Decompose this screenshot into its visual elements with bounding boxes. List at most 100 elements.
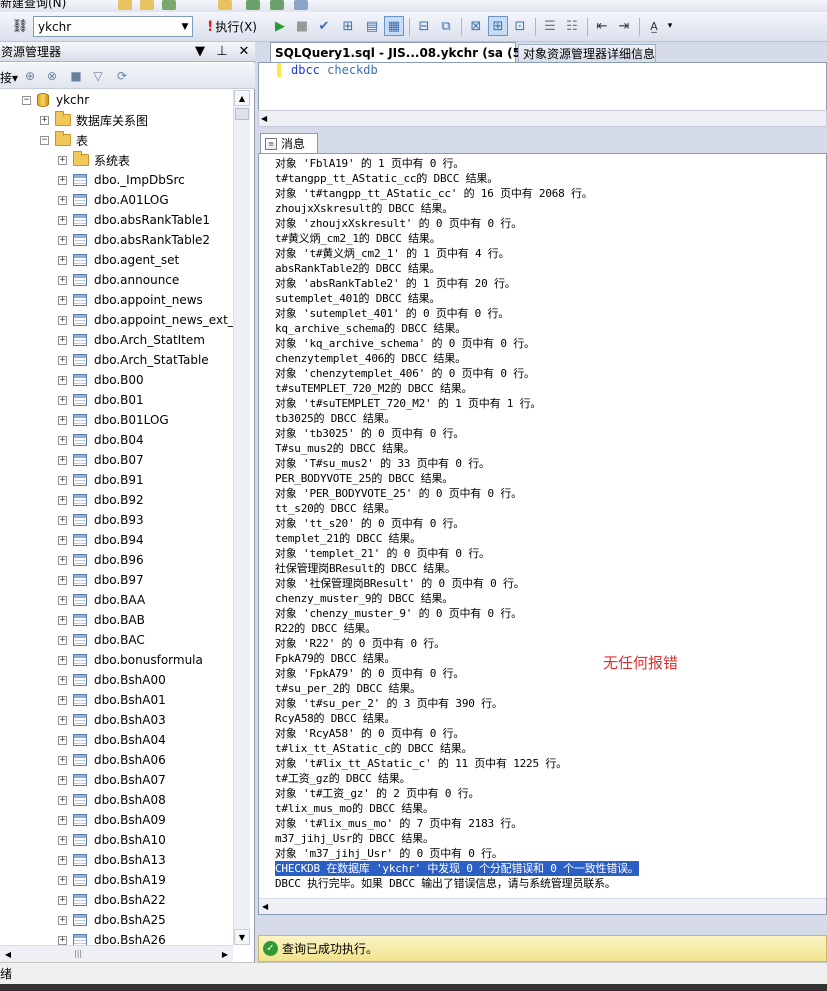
expand-icon[interactable]: + [58, 395, 67, 405]
disconnect-icon[interactable]: ⊗ [44, 68, 60, 84]
query-code[interactable]: dbcc checkdb [291, 63, 378, 77]
save-icon[interactable] [140, 0, 154, 10]
tree-table-node[interactable]: + dbo.A01LOG [58, 190, 169, 210]
tree-table-node[interactable]: + dbo.appoint_news [58, 290, 203, 310]
tree-table-node[interactable]: + dbo.B97 [58, 570, 144, 590]
scroll-thumb[interactable] [235, 108, 249, 120]
tree-table-node[interactable]: + dbo.B07 [58, 450, 144, 470]
expand-icon[interactable]: + [58, 635, 67, 645]
plan-icon[interactable]: ⊞ [338, 16, 358, 36]
expand-icon[interactable]: + [58, 695, 67, 705]
tree-table-node[interactable]: + dbo.BshA10 [58, 830, 166, 850]
tree-table-node[interactable]: + dbo.BshA25 [58, 910, 166, 930]
save-all-icon[interactable] [162, 0, 176, 10]
tree-table-node[interactable]: + dbo.appoint_news_ext_f [58, 310, 233, 330]
tree-table-node[interactable]: + dbo.agent_set [58, 250, 179, 270]
tree-table-node[interactable]: + dbo.BshA00 [58, 670, 166, 690]
tree-table-node[interactable]: + dbo.B04 [58, 430, 144, 450]
tree-table-node[interactable]: + dbo.B91 [58, 470, 144, 490]
tree-folder-node[interactable]: + 系统表 [58, 150, 130, 170]
tree-table-node[interactable]: + dbo.B00 [58, 370, 144, 390]
expand-icon[interactable]: + [58, 915, 67, 925]
expand-icon[interactable]: + [58, 275, 67, 285]
tree-table-node[interactable]: + dbo.absRankTable1 [58, 210, 210, 230]
expand-icon[interactable]: + [58, 615, 67, 625]
expand-icon[interactable]: + [58, 775, 67, 785]
toolbar-options-icon[interactable]: ▾ [664, 16, 676, 36]
report-icon[interactable] [246, 0, 260, 10]
expand-icon[interactable]: + [58, 835, 67, 845]
tree-table-node[interactable]: + dbo.Arch_StatItem [58, 330, 205, 350]
tree-table-node[interactable]: + dbo.BshA22 [58, 890, 166, 910]
client-stats-icon[interactable]: ⧉ [436, 16, 456, 36]
messages-horizontal-scrollbar[interactable]: ◀ [259, 898, 826, 914]
expand-icon[interactable]: + [58, 315, 67, 325]
tree-table-node[interactable]: + dbo.BshA01 [58, 690, 166, 710]
expand-icon[interactable]: + [58, 895, 67, 905]
tree-table-node[interactable]: + dbo.B94 [58, 530, 144, 550]
specify-values-icon[interactable]: A̲ [644, 16, 664, 36]
comment-icon[interactable]: ☰ [540, 16, 560, 36]
tree-table-node[interactable]: + dbo.B92 [58, 490, 144, 510]
expand-icon[interactable]: + [58, 155, 67, 165]
expand-icon[interactable]: + [58, 735, 67, 745]
tree-vertical-scrollbar[interactable]: ▲ ▼ [233, 90, 250, 945]
indent-icon[interactable]: ⇤ [592, 16, 612, 36]
tree-horizontal-scrollbar[interactable]: ◀ ||| ▶ [0, 945, 233, 962]
tree-folder-node[interactable]: − 表 [40, 130, 88, 150]
tree-table-node[interactable]: + dbo.absRankTable2 [58, 230, 210, 250]
tab-object-explorer-details[interactable]: 对象资源管理器详细信息 [518, 44, 656, 62]
stop-icon[interactable]: ■ [68, 68, 84, 84]
query-editor[interactable]: dbcc checkdb [258, 62, 827, 110]
tab-messages[interactable]: ≡ 消息 [260, 133, 318, 153]
connect-button[interactable]: 接▾ [0, 69, 18, 86]
tree-table-node[interactable]: + dbo.B96 [58, 550, 144, 570]
tree-table-node[interactable]: + dbo.BshA03 [58, 710, 166, 730]
expand-icon[interactable]: + [58, 415, 67, 425]
expand-icon[interactable]: + [58, 755, 67, 765]
tree-table-node[interactable]: + dbo.BshA08 [58, 790, 166, 810]
scroll-left-icon[interactable]: ◀ [262, 899, 268, 914]
tree-table-node[interactable]: + dbo.Arch_StatTable [58, 350, 209, 370]
stop-icon[interactable]: ■ [292, 16, 312, 36]
collapse-icon[interactable]: − [22, 95, 31, 105]
query-designer-icon[interactable]: ▤ [362, 16, 382, 36]
estimated-plan-icon[interactable]: ⊟ [414, 16, 434, 36]
expand-icon[interactable]: + [58, 355, 67, 365]
dropdown-icon[interactable]: ▼ [189, 44, 211, 59]
connect-server-icon[interactable]: ⊕ [22, 68, 38, 84]
connect-icon[interactable]: ⛓ [10, 16, 30, 36]
tree-table-node[interactable]: + dbo.BAB [58, 610, 145, 630]
expand-icon[interactable]: + [58, 235, 67, 245]
results-text-icon[interactable]: ⊠ [466, 16, 486, 36]
editor-horizontal-scrollbar[interactable]: ◀ [258, 110, 827, 127]
scroll-grip-icon[interactable]: ||| [74, 949, 86, 958]
tab-sqlquery1[interactable]: SQLQuery1.sql - JIS...08.ykchr (sa (56))… [270, 42, 547, 62]
filter-icon[interactable]: ▽ [90, 68, 106, 84]
tree-table-node[interactable]: + dbo._ImpDbSrc [58, 170, 185, 190]
debug-play-icon[interactable]: ▶ [270, 16, 290, 36]
activity-icon[interactable] [270, 0, 284, 10]
parse-check-icon[interactable]: ✔ [314, 16, 334, 36]
tree-table-node[interactable]: + dbo.BshA19 [58, 870, 166, 890]
execute-button[interactable]: ! 执行(X) [207, 18, 257, 35]
expand-icon[interactable]: + [58, 855, 67, 865]
tree-table-node[interactable]: + dbo.B93 [58, 510, 144, 530]
expand-icon[interactable]: + [58, 555, 67, 565]
intellisense-icon[interactable]: ▦ [384, 16, 404, 36]
tree-table-node[interactable]: + dbo.BshA26 [58, 930, 166, 945]
tree-table-node[interactable]: + dbo.B01LOG [58, 410, 169, 430]
tree-table-node[interactable]: + dbo.BAC [58, 630, 145, 650]
expand-icon[interactable]: + [58, 715, 67, 725]
database-select[interactable]: ykchr ▼ [33, 16, 193, 37]
collapse-icon[interactable]: − [40, 135, 49, 145]
tree-table-node[interactable]: + dbo.BshA04 [58, 730, 166, 750]
expand-icon[interactable]: + [40, 115, 49, 125]
expand-icon[interactable]: + [58, 795, 67, 805]
expand-icon[interactable]: + [58, 435, 67, 445]
uncomment-icon[interactable]: ☷ [562, 16, 582, 36]
expand-icon[interactable]: + [58, 515, 67, 525]
expand-icon[interactable]: + [58, 175, 67, 185]
scroll-left-icon[interactable]: ◀ [0, 946, 16, 962]
tree-table-node[interactable]: + dbo.BshA07 [58, 770, 166, 790]
